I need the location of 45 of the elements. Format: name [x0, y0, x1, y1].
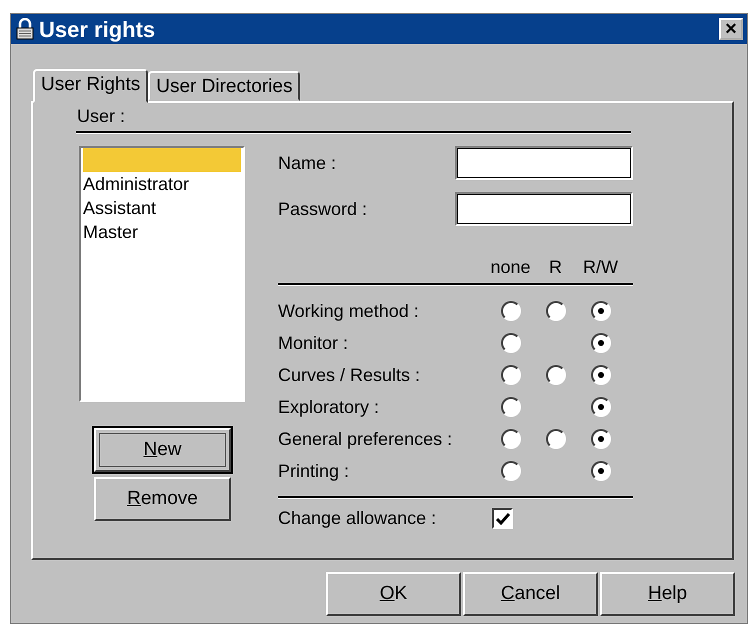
row-label: Working method :	[278, 300, 420, 323]
radio-button[interactable]	[500, 301, 520, 321]
button[interactable]: OK	[326, 572, 461, 616]
field-label: Name :	[278, 152, 336, 174]
row-label: Monitor :	[278, 332, 350, 354]
radio-button[interactable]	[500, 461, 520, 481]
radio-button[interactable]	[500, 397, 520, 417]
radio-button[interactable]	[590, 301, 610, 321]
radio-button[interactable]	[500, 429, 520, 449]
input-field[interactable]	[455, 192, 633, 226]
window-title: User rights	[39, 16, 156, 44]
list-item[interactable]: Assistant	[83, 196, 241, 220]
column-header: none	[490, 256, 531, 279]
close-button[interactable]: ×	[719, 18, 743, 40]
radio-button[interactable]	[546, 301, 566, 321]
radio-button[interactable]	[590, 429, 610, 449]
checkmark-icon	[496, 512, 510, 524]
row-label: General preferences :	[278, 428, 454, 451]
row-label: Curves / Results :	[278, 364, 422, 386]
radio-button[interactable]	[546, 365, 566, 385]
radio-button[interactable]	[590, 397, 610, 417]
row-label: Printing :	[278, 460, 350, 483]
checkbox[interactable]	[492, 508, 513, 529]
tab[interactable]: User Rights	[33, 69, 148, 103]
checkbox-label: Change allowance :	[278, 507, 438, 530]
radio-button[interactable]	[590, 461, 610, 481]
button[interactable]: Cancel	[463, 572, 598, 616]
column-header: R	[549, 256, 562, 279]
radio-button[interactable]	[590, 333, 610, 353]
button[interactable]: Help	[600, 572, 735, 616]
column-header: R/W	[583, 256, 618, 279]
input-field[interactable]	[455, 146, 633, 180]
tab[interactable]: User Directories	[148, 71, 300, 101]
button[interactable]: New	[94, 428, 231, 472]
padlock-icon	[15, 18, 35, 40]
radio-button[interactable]	[500, 333, 520, 353]
button[interactable]: Remove	[94, 477, 231, 521]
row-label: Exploratory :	[278, 396, 380, 419]
group-label: User :	[77, 105, 126, 127]
list-item[interactable]: Administrator	[83, 172, 241, 196]
list-item[interactable]: Master	[83, 220, 241, 244]
radio-button[interactable]	[590, 365, 610, 385]
radio-button[interactable]	[546, 429, 566, 449]
radio-button[interactable]	[500, 365, 520, 385]
field-label: Password :	[278, 198, 368, 220]
